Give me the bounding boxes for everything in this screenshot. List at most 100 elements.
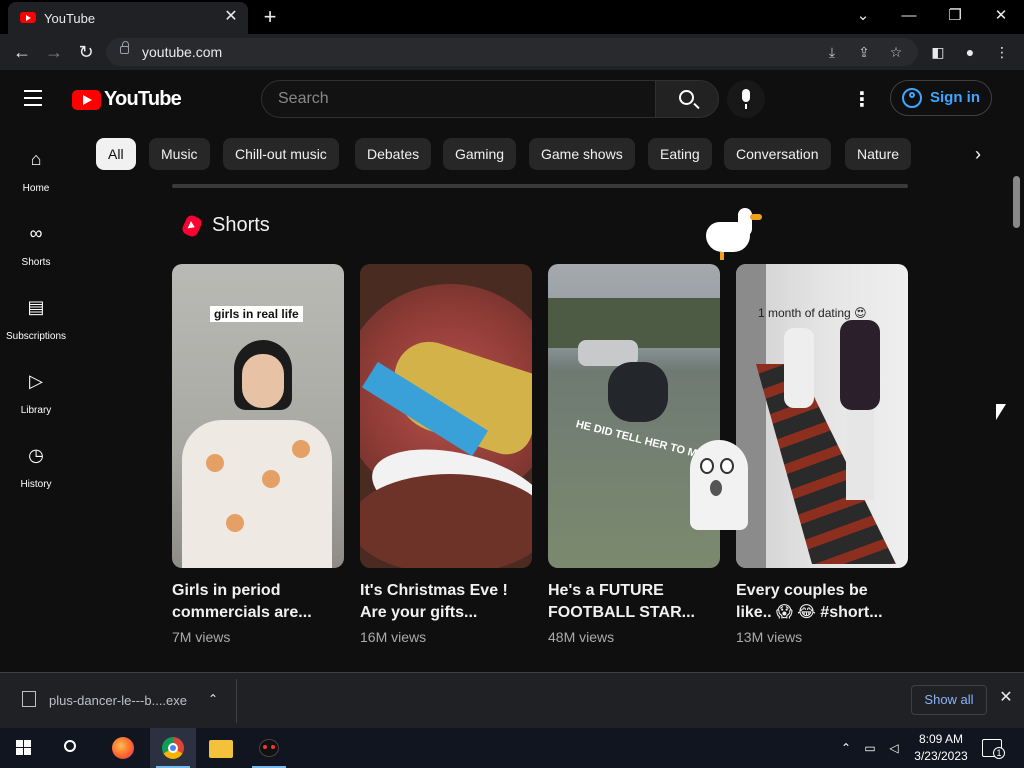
youtube-play-icon [72,90,101,110]
sidebar-item-history[interactable]: ◷ History [0,445,72,519]
action-center-icon[interactable]: 1 [982,739,1005,759]
lower-lip [360,474,532,568]
taskbar-search-button[interactable] [48,728,94,768]
file-icon [22,691,36,707]
flower-pattern [226,514,244,532]
forward-icon[interactable]: → [42,40,66,64]
voice-search-button[interactable] [727,80,765,118]
short-title-line: Girls in period [172,582,281,599]
clock-date: 3/23/2023 [914,749,968,763]
logo-text: YouTube [104,88,182,110]
url-text[interactable]: youtube.com [142,44,222,60]
chip-conversation[interactable]: Conversation [724,138,831,170]
chrome-menu-icon[interactable]: ⋮ [990,40,1014,64]
chip-chill-out-music[interactable]: Chill-out music [223,138,339,170]
view-count: 48M views [548,629,615,645]
short-title[interactable]: Girls in period commercials are... [172,580,344,624]
taskbar-file-explorer[interactable] [198,728,244,768]
windows-logo-icon [16,748,23,755]
goose-beak [750,214,762,220]
microphone-icon [742,89,750,109]
chip-gaming[interactable]: Gaming [443,138,517,170]
short-title-line: Every couples be [736,582,868,599]
back-icon[interactable]: ← [10,40,34,64]
browser-toolbar: ← → ↻ youtube.com ⤓ ⇪ ☆ ◧ ● ⋮ [0,34,1024,70]
download-filename[interactable]: plus-dancer-le---b....exe [49,693,187,708]
menu-icon[interactable] [24,90,48,108]
flower-pattern [292,440,310,458]
bookmark-star-icon[interactable]: ☆ [886,42,906,62]
short-thumbnail[interactable] [360,264,532,568]
tab-close-icon[interactable]: ✕ [222,8,240,26]
sidebar-item-shorts[interactable]: ∞ Shorts [0,223,72,297]
flower-pattern [206,454,224,472]
settings-more-icon[interactable]: ⋮ [850,88,874,112]
browser-tab[interactable]: YouTube ✕ [8,2,248,34]
sidebar-item-home[interactable]: ⌂ Home [0,149,72,223]
sidebar-item-label: Home [22,183,50,194]
minimize-button[interactable]: — [889,4,929,28]
taskbar-firefox[interactable] [100,728,146,768]
chip-game-shows[interactable]: Game shows [529,138,635,170]
clock-time: 8:09 AM [918,732,964,746]
chip-music[interactable]: Music [149,138,210,170]
short-thumbnail[interactable]: girls in real life [172,264,344,568]
chrome-icon-center [168,743,178,753]
short-title[interactable]: It's Christmas Eve ! Are your gifts... [360,580,532,624]
chevron-right-icon[interactable]: › [966,142,990,166]
show-hidden-icons[interactable]: ⌃ [838,740,854,756]
taskbar-chrome[interactable] [150,728,196,768]
chip-debates[interactable]: Debates [355,138,432,170]
install-app-icon[interactable]: ⤓ [822,42,842,62]
mouse-cursor-icon [996,404,1006,420]
view-count: 16M views [360,629,427,645]
person-face [242,354,284,408]
chevron-up-icon[interactable]: ⌃ [204,690,222,708]
sidebar-item-subscriptions[interactable]: ▤ Subscriptions [0,297,72,371]
close-window-button[interactable]: ✕ [981,4,1021,28]
short-thumbnail[interactable]: 1 month of dating 😍 [736,264,908,568]
person-woman [784,328,814,408]
new-tab-button[interactable]: + [258,6,282,28]
reload-icon[interactable]: ↻ [74,40,98,64]
taskbar-desktop-goose[interactable] [246,728,292,768]
library-icon: ▷ [29,371,43,391]
taskbar-clock[interactable]: 8:09 AM 3/23/2023 [906,731,976,765]
short-title[interactable]: Every couples be like.. 😱 😂 #short... [736,580,908,624]
search-button[interactable] [655,80,719,118]
subscriptions-icon: ▤ [27,297,45,317]
sidebar-item-library[interactable]: ▷ Library [0,371,72,445]
address-bar[interactable]: youtube.com ⤓ ⇪ ☆ [106,38,918,66]
short-title-line: like.. 😱 😂 #short... [736,604,883,621]
chip-eating[interactable]: Eating [648,138,712,170]
short-title[interactable]: He's a FUTURE FOOTBALL STAR... [548,580,720,624]
goose-app-icon-eye [263,745,267,749]
network-icon[interactable]: ▭ [862,740,878,756]
person-legs [846,410,874,500]
goose-desktop-pet[interactable] [706,208,762,260]
lock-icon[interactable] [120,41,129,54]
windows-logo-icon [16,740,23,747]
chip-all[interactable]: All [96,138,136,170]
volume-muted-icon[interactable]: ◁ [886,740,902,756]
windows-taskbar: ⌃ ▭ ◁ 8:09 AM 3/23/2023 1 [0,728,1024,768]
tab-search-icon[interactable]: ⌄ [843,4,883,28]
page-scrollbar[interactable] [1013,176,1020,228]
thumbnail-overlay-text: girls in real life [210,306,303,322]
show-all-button[interactable]: Show all [911,685,987,715]
sign-in-button[interactable]: Sign in [890,80,992,116]
search-input[interactable] [278,89,638,109]
restore-button[interactable]: ❐ [935,4,975,28]
search-box[interactable] [261,80,655,118]
notification-badge: 1 [993,747,1005,759]
profile-icon[interactable]: ● [958,40,982,64]
side-panel-icon[interactable]: ◧ [926,40,950,64]
download-bar: plus-dancer-le---b....exe ⌃ Show all ✕ [0,672,1024,728]
shorts-logo-icon [180,213,204,239]
ghost-desktop-pet[interactable] [690,440,748,530]
start-button[interactable] [0,728,46,768]
share-icon[interactable]: ⇪ [854,42,874,62]
ghost-eye [720,458,734,474]
chip-nature[interactable]: Nature [845,138,912,170]
close-download-bar-icon[interactable]: ✕ [996,688,1016,708]
